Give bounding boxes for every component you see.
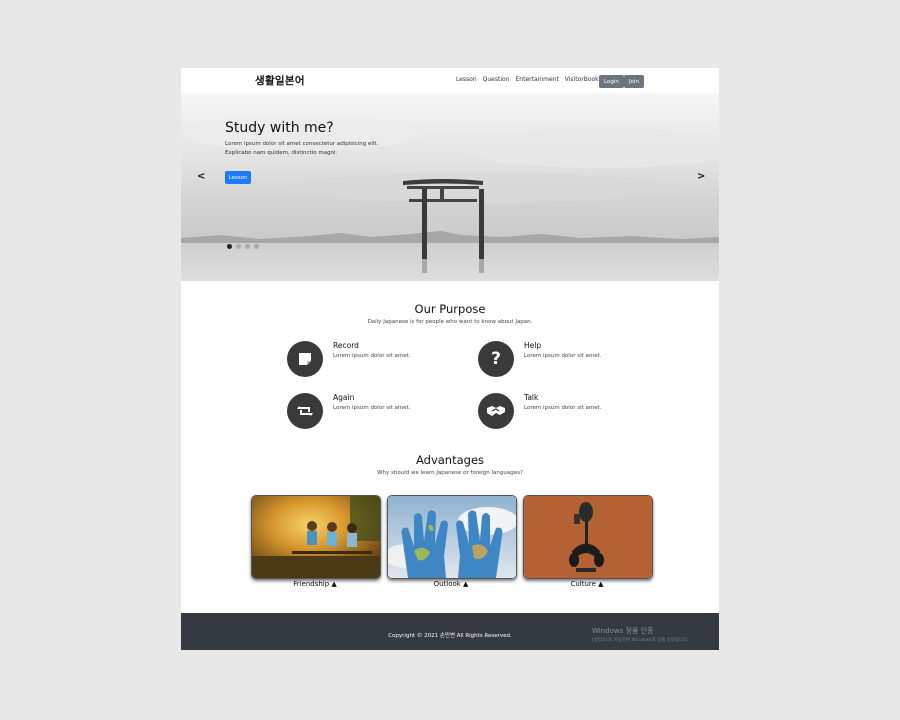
feature-text: Lorem ipsum dolor sit amet. (524, 405, 602, 411)
nav-item-question[interactable]: Question (483, 76, 510, 83)
footer: Copyright © 2021 손민변 All Rights Reserved… (181, 613, 719, 650)
feature-text: Lorem ipsum dolor sit amet. (333, 353, 411, 359)
feature-title: Record (333, 341, 359, 350)
carousel-next-icon[interactable]: > (697, 171, 705, 182)
question-icon: ? (478, 341, 514, 377)
advantages-subtitle: Why should we learn Japanese or foreign … (377, 470, 523, 476)
card-friendship-image[interactable] (251, 495, 381, 579)
hero-description-line2: Explicabo nam quidem, distinctio magni. (225, 150, 338, 156)
handshake-icon (478, 393, 514, 429)
retweet-icon (287, 393, 323, 429)
feature-title: Help (524, 341, 542, 350)
windows-activation-text: [설정]으로 이동하여 Windows를 정품 인증합니다. (592, 638, 689, 643)
carousel-indicator-2[interactable] (236, 244, 241, 249)
nav-item-visitorbook[interactable]: VisitorBook (565, 76, 599, 83)
advantages-title: Advantages (415, 453, 485, 467)
hero-lesson-button[interactable]: Lesson (225, 171, 251, 184)
card-label-culture[interactable]: Culture ▲ (523, 580, 651, 588)
purpose-title: Our Purpose (414, 302, 486, 316)
login-button[interactable]: Login (599, 75, 624, 88)
card-label-outlook[interactable]: Outlook ▲ (387, 580, 515, 588)
top-navbar: 생활일본어 Lesson Question Entertainment Visi… (181, 68, 719, 93)
card-culture-image[interactable] (523, 495, 653, 579)
carousel-indicator-3[interactable] (245, 244, 250, 249)
carousel-indicators (227, 244, 259, 249)
purpose-subtitle: Daily Japanese is for people who want to… (367, 319, 533, 325)
page: 생활일본어 Lesson Question Entertainment Visi… (181, 68, 719, 650)
nav-menu: Lesson Question Entertainment VisitorBoo… (456, 76, 599, 83)
feature-text: Lorem ipsum dolor sit amet. (524, 353, 602, 359)
card-outlook-image[interactable] (387, 495, 517, 579)
hero-description-line1: Lorem ipsum dolor sit amet consectetur a… (225, 141, 379, 147)
carousel-indicator-4[interactable] (254, 244, 259, 249)
nav-item-lesson[interactable]: Lesson (456, 76, 477, 83)
card-label-friendship[interactable]: Friendship ▲ (251, 580, 379, 588)
carousel-indicator-1[interactable] (227, 244, 232, 249)
windows-activation-title: Windows 정품 인증 (592, 627, 654, 635)
sticky-note-icon (287, 341, 323, 377)
join-button[interactable]: Join (624, 75, 645, 88)
brand-logo[interactable]: 생활일본어 (255, 73, 305, 88)
hero-title: Study with me? (225, 120, 334, 136)
carousel-prev-icon[interactable]: < (197, 171, 205, 182)
hero-carousel: Study with me? Lorem ipsum dolor sit ame… (181, 93, 719, 281)
feature-title: Again (333, 393, 355, 402)
feature-text: Lorem ipsum dolor sit amet. (333, 405, 411, 411)
feature-title: Talk (524, 393, 539, 402)
hero-description: Lorem ipsum dolor sit amet consectetur a… (225, 140, 385, 158)
nav-item-entertainment[interactable]: Entertainment (516, 76, 559, 83)
